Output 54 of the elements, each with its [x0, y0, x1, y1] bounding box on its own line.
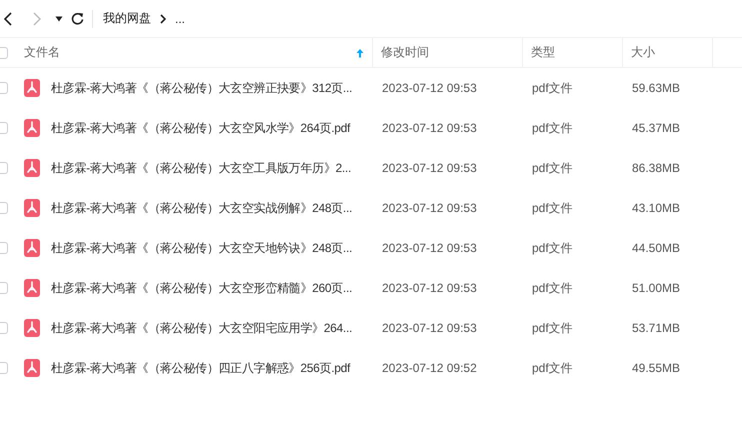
- file-type: pdf文件: [531, 160, 574, 176]
- file-size: 53.71MB: [631, 321, 682, 335]
- pdf-file-icon: [24, 239, 40, 257]
- file-name[interactable]: 杜彦霖-蒋大鸿著《（蒋公秘传）大玄空工具版万年历》2...: [51, 160, 351, 176]
- modified-time: 2023-07-12 09:53: [381, 121, 478, 135]
- column-header-label: 文件名: [24, 44, 60, 61]
- file-type: pdf文件: [531, 200, 574, 216]
- caret-icon: [55, 16, 63, 22]
- modified-time: 2023-07-12 09:53: [381, 201, 478, 215]
- pdf-file-icon: [24, 359, 40, 377]
- file-type: pdf文件: [531, 80, 574, 96]
- file-type: pdf文件: [531, 120, 574, 136]
- pdf-file-icon: [24, 319, 40, 337]
- pdf-file-icon: [24, 199, 40, 217]
- modified-time: 2023-07-12 09:53: [381, 321, 478, 335]
- pdf-file-icon: [24, 79, 40, 97]
- file-size: 44.50MB: [631, 241, 682, 255]
- file-type: pdf文件: [531, 320, 574, 336]
- modified-time: 2023-07-12 09:53: [381, 161, 478, 175]
- file-size: 49.55MB: [631, 361, 682, 375]
- breadcrumb-link[interactable]: ...: [175, 12, 186, 26]
- file-name[interactable]: 杜彦霖-蒋大鸿著《（蒋公秘传）四正八字解惑》256页.pdf: [51, 360, 350, 376]
- breadcrumb-link[interactable]: 我的网盘: [103, 10, 151, 27]
- file-type: pdf文件: [531, 240, 574, 256]
- modified-time: 2023-07-12 09:53: [381, 81, 478, 95]
- file-name[interactable]: 杜彦霖-蒋大鸿著《（蒋公秘传）大玄空实战例解》248页...: [51, 200, 352, 216]
- file-size: 43.10MB: [631, 201, 682, 215]
- column-header[interactable]: 修改时间: [373, 38, 523, 67]
- pdf-file-icon: [24, 279, 40, 297]
- file-size: 86.38MB: [631, 161, 682, 175]
- file-name[interactable]: 杜彦霖-蒋大鸿著《（蒋公秘传）大玄空阳宅应用学》264...: [51, 320, 352, 336]
- column-header[interactable]: 文件名: [24, 38, 373, 67]
- file-name[interactable]: 杜彦霖-蒋大鸿著《（蒋公秘传）大玄空形峦精髓》260页...: [51, 280, 352, 296]
- file-type: pdf文件: [531, 360, 574, 376]
- file-size: 51.00MB: [631, 281, 682, 295]
- file-type: pdf文件: [531, 280, 574, 296]
- column-header-label: 大小: [631, 44, 655, 61]
- refresh-icon: [70, 12, 84, 25]
- pdf-file-icon: [24, 159, 40, 177]
- column-header[interactable]: 类型: [523, 38, 623, 67]
- file-size: 45.37MB: [631, 121, 682, 135]
- modified-time: 2023-07-12 09:53: [381, 241, 478, 255]
- file-size: 59.63MB: [631, 81, 682, 95]
- modified-time: 2023-07-12 09:52: [381, 361, 478, 375]
- modified-time: 2023-07-12 09:53: [381, 281, 478, 295]
- column-header-label: 类型: [531, 44, 555, 61]
- chevron-icon: [160, 14, 166, 24]
- file-name[interactable]: 杜彦霖-蒋大鸿著《（蒋公秘传）大玄空辨正抉要》312页...: [51, 80, 352, 96]
- pdf-file-icon: [24, 119, 40, 137]
- sort-arrow-icon[interactable]: [356, 48, 364, 58]
- file-name[interactable]: 杜彦霖-蒋大鸿著《（蒋公秘传）大玄空天地钤诀》248页...: [51, 240, 352, 256]
- column-header-label: 修改时间: [381, 44, 429, 61]
- column-header[interactable]: 大小: [623, 38, 713, 67]
- file-name[interactable]: 杜彦霖-蒋大鸿著《（蒋公秘传）大玄空风水学》264页.pdf: [51, 120, 350, 136]
